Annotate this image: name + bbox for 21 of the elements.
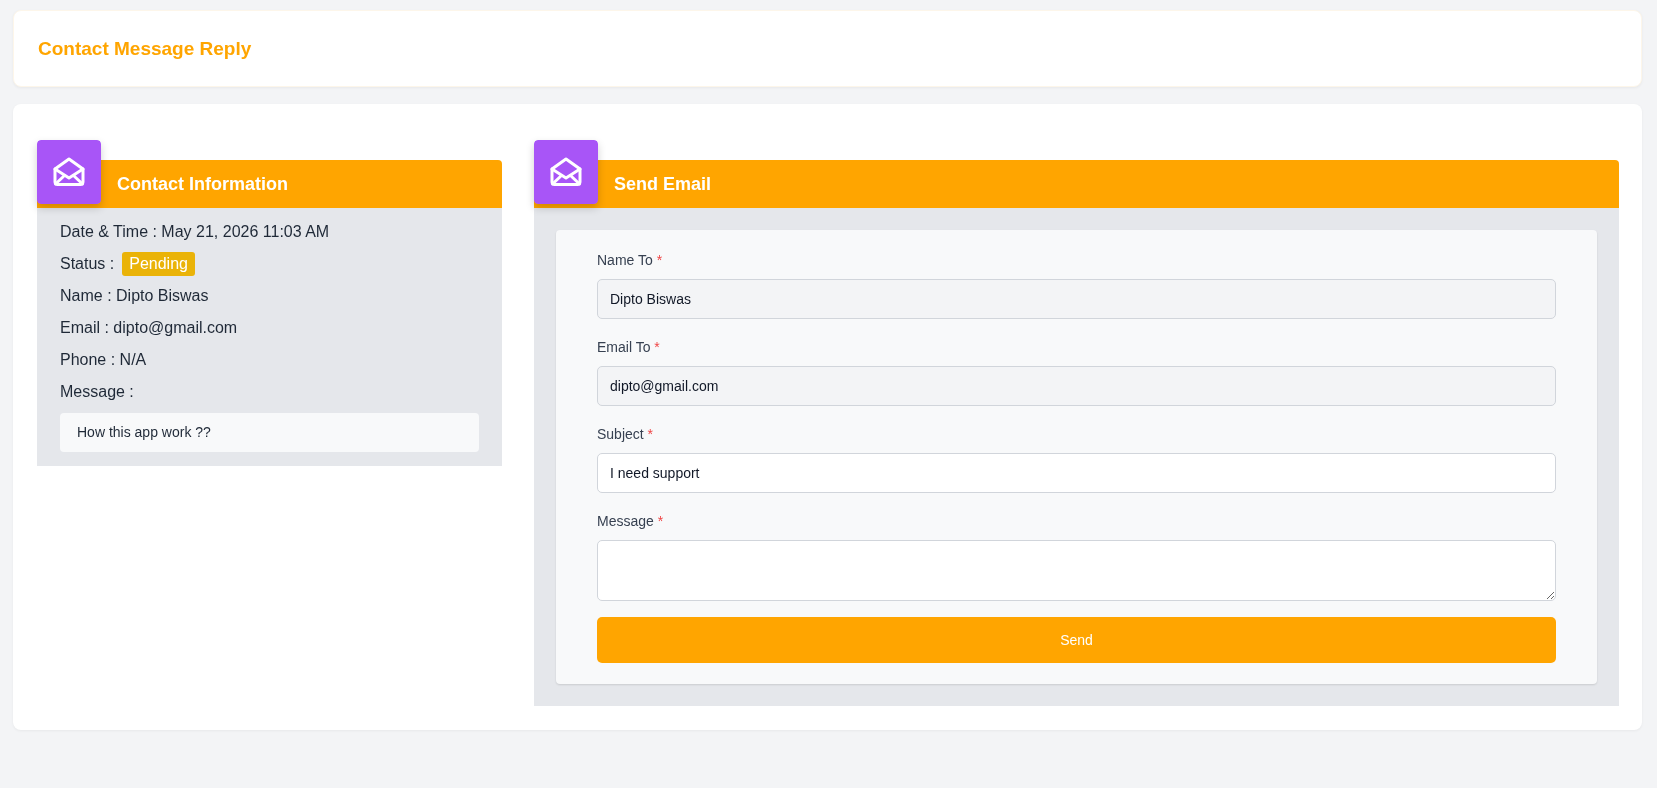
page-title: Contact Message Reply [38, 37, 252, 60]
message-label: Message : [60, 382, 135, 402]
field-label: Message * [597, 512, 664, 531]
status-badge: Pending [122, 252, 195, 276]
input-field[interactable]: I need support [597, 453, 1556, 493]
detail-text: Email : dipto@gmail.com [60, 318, 239, 338]
field-label: Subject * [597, 425, 654, 444]
field-label: Email To * [597, 338, 660, 357]
detail-text: Date & Time : May 21, 2026 11:03 AM [60, 222, 331, 242]
detail-text: Name : Dipto Biswas [60, 286, 210, 306]
input-field[interactable]: Dipto Biswas [597, 279, 1556, 319]
panel-title: Send Email [614, 173, 712, 195]
textarea-field[interactable] [597, 540, 1556, 601]
envelope-icon [37, 140, 101, 204]
field-label: Name To * [597, 251, 663, 270]
input-field[interactable]: dipto@gmail.com [597, 366, 1556, 406]
envelope-icon [534, 140, 598, 204]
panel-title: Contact Information [117, 173, 288, 195]
detail-text: Phone : N/A [60, 350, 148, 370]
status-label: Status : [60, 255, 115, 273]
message-display: How this app work ?? [60, 413, 479, 452]
